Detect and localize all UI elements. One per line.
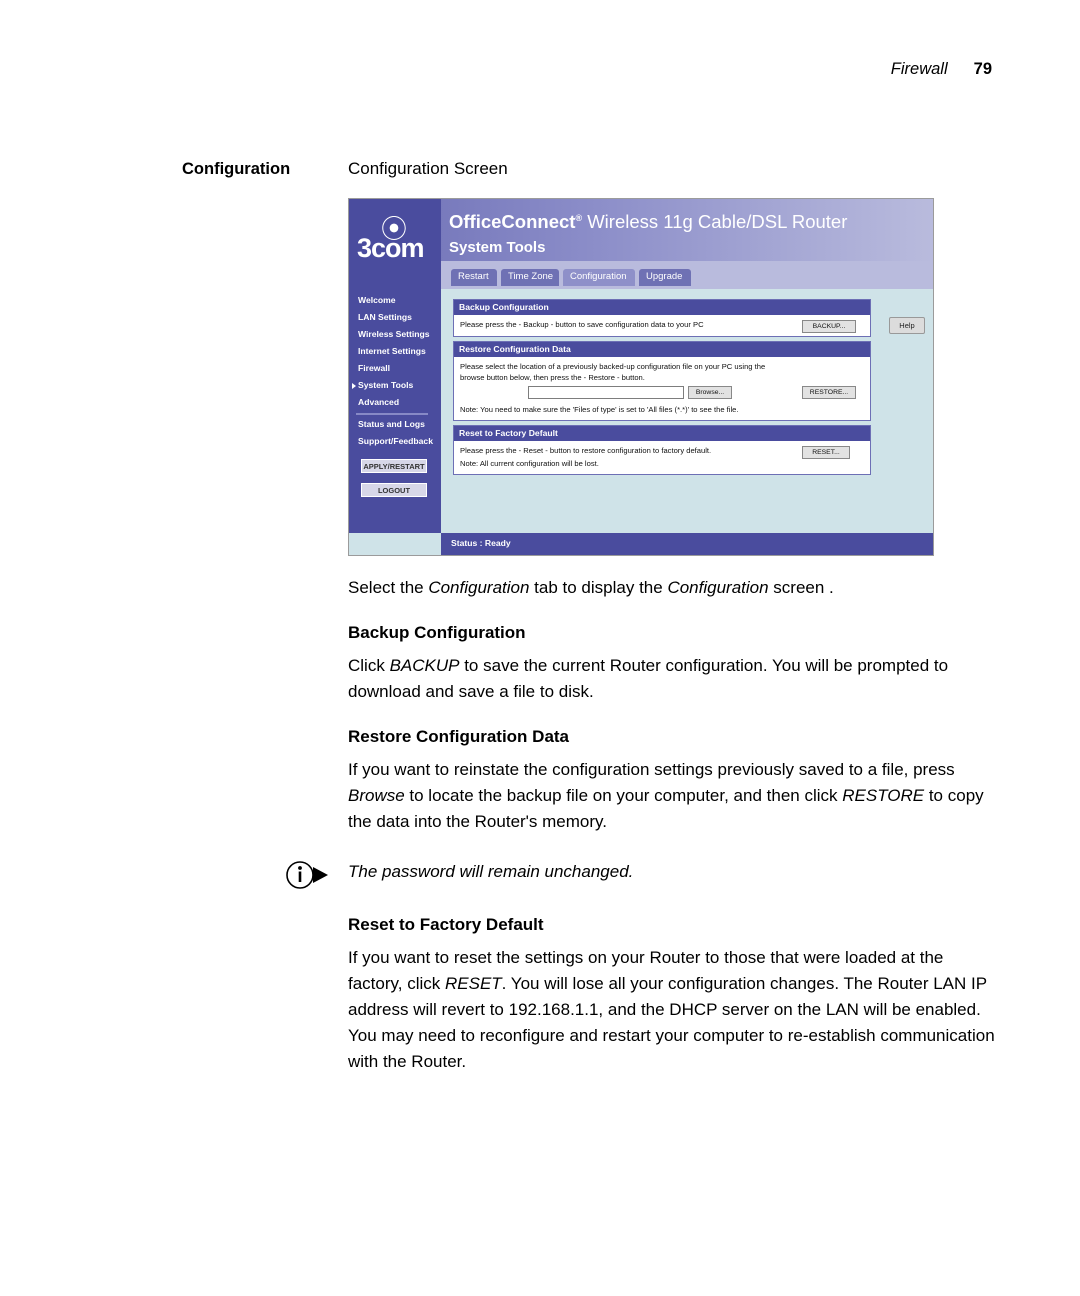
tab-bar: Restart Time Zone Configuration Upgrade: [441, 261, 933, 289]
intro-italic-1: Configuration: [428, 578, 530, 597]
restore-italic-1: Browse: [348, 786, 405, 805]
sidebar-item-system-tools[interactable]: System Tools: [358, 380, 413, 390]
product-name-primary: OfficeConnect: [449, 211, 576, 232]
panel-backup-configuration: Backup Configuration Please press the - …: [453, 299, 871, 337]
header-page-number: 79: [973, 60, 992, 78]
restore-text-2: to locate the backup file on your comput…: [404, 786, 843, 805]
sidebar-item-internet-settings[interactable]: Internet Settings: [358, 346, 426, 356]
browse-button[interactable]: Browse...: [688, 386, 732, 399]
tab-restart[interactable]: Restart: [451, 269, 497, 286]
note-block: The password will remain unchanged.: [286, 859, 998, 893]
help-button[interactable]: Help: [889, 317, 925, 334]
restore-file-path-input[interactable]: [528, 386, 684, 399]
panel-body-restore-line1: Please select the location of a previous…: [460, 362, 766, 371]
section-title: Configuration Screen: [348, 159, 508, 178]
intro-italic-2: Configuration: [667, 578, 769, 597]
panel-title-reset-to-factory-default: Reset to Factory Default: [454, 426, 870, 441]
sidebar-divider: [356, 413, 428, 415]
marginal-heading: Configuration: [182, 160, 291, 178]
restore-button[interactable]: RESTORE...: [802, 386, 856, 399]
apply-restart-button[interactable]: APPLY/RESTART: [361, 459, 427, 473]
panel-title-backup-configuration: Backup Configuration: [454, 300, 870, 315]
panel-title-restore-configuration-data: Restore Configuration Data: [454, 342, 870, 357]
sidebar-item-lan-settings[interactable]: LAN Settings: [358, 312, 412, 322]
intro-text-1: Select the: [348, 578, 429, 597]
note-text: The password will remain unchanged.: [348, 862, 634, 881]
panel-reset-to-factory-default: Reset to Factory Default Please press th…: [453, 425, 871, 475]
paragraph-restore: If you want to reinstate the configurati…: [348, 757, 998, 835]
backup-italic-1: BACKUP: [389, 656, 460, 675]
panel-body-restore-line2: browse button below, then press the - Re…: [460, 373, 645, 382]
backup-text-1: Click: [348, 656, 390, 675]
sidebar-item-wireless-settings[interactable]: Wireless Settings: [358, 329, 430, 339]
tab-time-zone[interactable]: Time Zone: [501, 269, 559, 286]
heading-restore-configuration-data: Restore Configuration Data: [348, 727, 570, 746]
intro-text-2: tab to display the: [529, 578, 668, 597]
heading-reset-to-factory-default: Reset to Factory Default: [348, 915, 544, 934]
reset-italic-1: RESET: [444, 974, 502, 993]
router-configuration-screenshot: ⦿ 3com OfficeConnect® Wireless 11g Cable…: [348, 198, 934, 556]
paragraph-reset: If you want to reset the settings on you…: [348, 945, 998, 1075]
header-chapter-name: Firewall: [890, 60, 948, 78]
footer-spacer: [349, 533, 441, 555]
sidebar-nav: Welcome LAN Settings Wireless Settings I…: [349, 289, 441, 533]
tab-upgrade[interactable]: Upgrade: [639, 269, 691, 286]
router-main-content: Help Backup Configuration Please press t…: [441, 289, 933, 533]
body-content: Select the Configuration tab to display …: [286, 575, 998, 1075]
intro-text-3: screen .: [768, 578, 834, 597]
backup-button[interactable]: BACKUP...: [802, 320, 856, 333]
product-name-suffix: Wireless 11g Cable/DSL Router: [587, 211, 848, 232]
panel-note-restore: Note: You need to make sure the 'Files o…: [460, 405, 739, 414]
brand-logo-text: 3com: [357, 233, 425, 263]
sidebar-item-status-and-logs[interactable]: Status and Logs: [358, 419, 425, 429]
panel-restore-configuration-data: Restore Configuration Data Please select…: [453, 341, 871, 421]
restore-italic-2: RESTORE: [842, 786, 925, 805]
section-label-system-tools: System Tools: [449, 239, 546, 256]
heading-backup-configuration: Backup Configuration: [348, 623, 526, 642]
product-name: OfficeConnect® Wireless 11g Cable/DSL Ro…: [449, 211, 847, 233]
page-header: Firewall 79: [891, 60, 992, 79]
logout-button[interactable]: LOGOUT: [361, 483, 427, 497]
status-bar: Status : Ready: [441, 533, 933, 555]
sidebar-item-advanced[interactable]: Advanced: [358, 397, 399, 407]
restore-text-1: If you want to reinstate the configurati…: [348, 760, 955, 779]
reset-button[interactable]: RESET...: [802, 446, 850, 459]
sidebar-item-support-feedback[interactable]: Support/Feedback: [358, 436, 433, 446]
paragraph-backup: Click BACKUP to save the current Router …: [348, 653, 998, 705]
brand-logo: ⦿ 3com: [349, 199, 441, 289]
paragraph-intro: Select the Configuration tab to display …: [348, 575, 998, 601]
registered-mark: ®: [575, 212, 583, 223]
information-icon: [286, 857, 332, 891]
sidebar-item-firewall[interactable]: Firewall: [358, 363, 390, 373]
sidebar-item-welcome[interactable]: Welcome: [358, 295, 396, 305]
tab-configuration[interactable]: Configuration: [563, 269, 635, 286]
sidebar-selection-arrow-icon: [352, 383, 356, 389]
